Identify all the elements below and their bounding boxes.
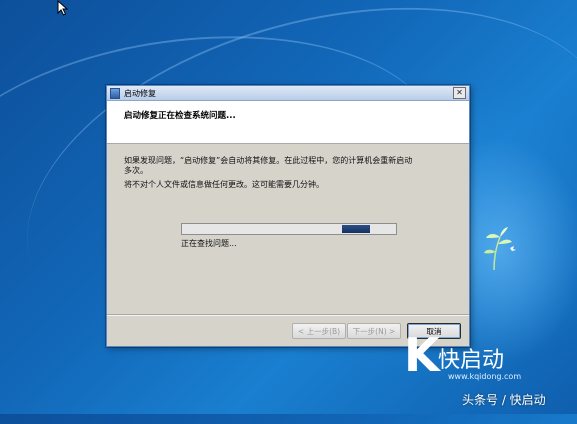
progress-marquee (342, 225, 370, 233)
message-line-2: 将不对个人文件或信息做任何更改。这可能需要几分钟。 (124, 180, 324, 189)
startup-repair-icon (110, 87, 120, 99)
message-line-1: 如果发现问题，“启动修复”会自动将其修复。在此过程中，您的计算机会重新启动 (124, 156, 413, 165)
divider (107, 314, 469, 316)
page-title: 启动修复正在检查系统问题... (124, 111, 236, 121)
cursor-icon (57, 0, 69, 18)
dialog-header: 启动修复正在检查系统问题... (107, 101, 469, 144)
plant-icon (480, 222, 520, 274)
back-button[interactable]: < 上一步(B) (292, 323, 346, 339)
message-line-1b: 多次。 (124, 166, 148, 175)
startup-repair-dialog: 启动修复 ✕ 启动修复正在检查系统问题... 如果发现问题，“启动修复”会自动将… (106, 85, 470, 347)
brand-name: 快启动 (438, 348, 505, 373)
watermark: 头条号 / 快启动 (462, 393, 546, 407)
brand-url: www.kqidong.com (448, 372, 522, 381)
close-icon[interactable]: ✕ (453, 87, 466, 99)
status-text: 正在查找问题... (181, 239, 237, 248)
title-bar[interactable]: 启动修复 ✕ (107, 86, 469, 101)
progress-bar (181, 223, 397, 235)
next-button[interactable]: 下一步(N) > (347, 323, 401, 339)
brand-logo-letter: K (404, 328, 440, 382)
window-title: 启动修复 (124, 88, 156, 98)
